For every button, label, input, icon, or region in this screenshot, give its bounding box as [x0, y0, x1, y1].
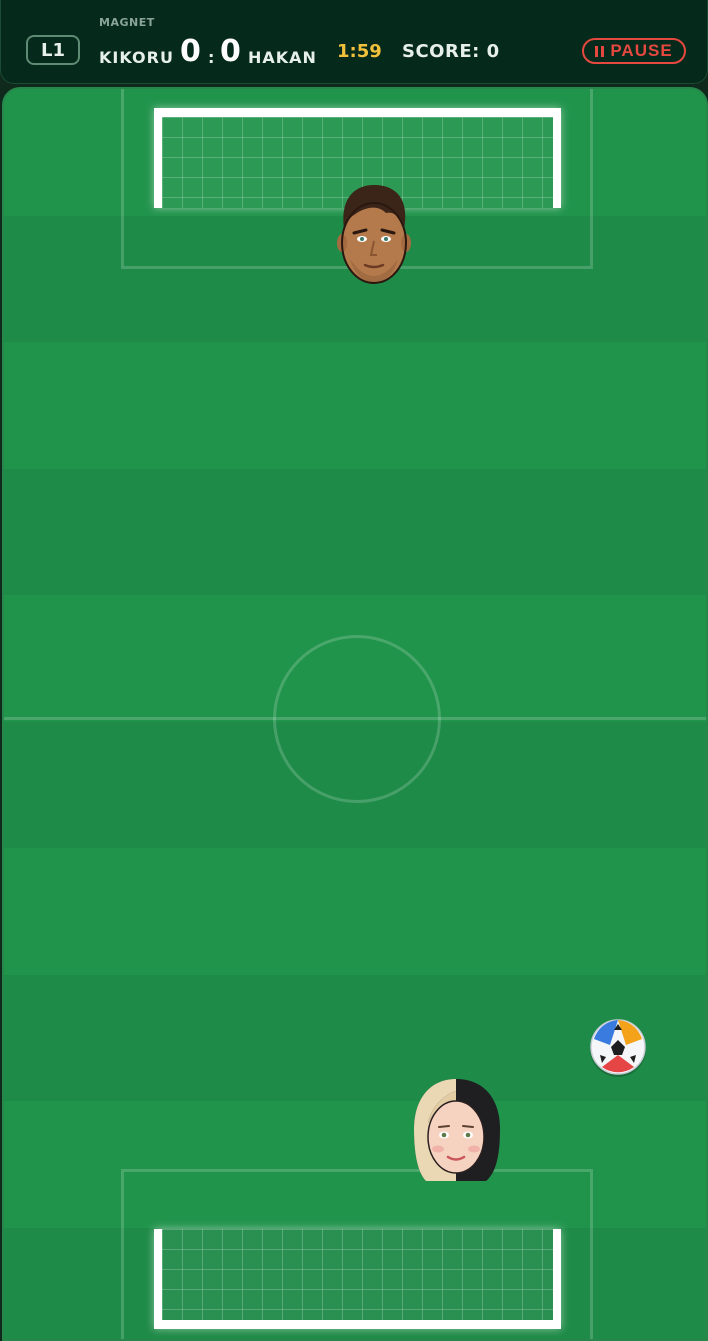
- player-avatar: [414, 1079, 500, 1181]
- center-circle: [273, 635, 441, 803]
- match-timer: 1:59: [337, 41, 382, 62]
- level-badge: L1: [26, 35, 80, 65]
- opponent-avatar: [337, 185, 411, 284]
- team-right-name: HAKAN: [248, 48, 317, 67]
- soccer-ball-icon: [590, 1019, 646, 1077]
- pause-button[interactable]: PAUSE: [582, 38, 686, 64]
- pause-label: PAUSE: [610, 41, 673, 60]
- points-score: SCORE: 0: [402, 41, 500, 62]
- score-separator: :: [208, 48, 215, 67]
- team-left-name: KIKORU: [99, 48, 174, 67]
- hud-bar: L1 MAGNET KIKORU 0 : 0 HAKAN 1:59 SCORE:…: [0, 0, 708, 84]
- goal-bottom: [154, 1229, 561, 1329]
- soccer-pitch[interactable]: [2, 87, 708, 1341]
- game-mode-label: MAGNET: [99, 16, 155, 29]
- pause-icon: [595, 45, 605, 57]
- score-left: 0: [180, 34, 201, 69]
- score-right: 0: [220, 34, 241, 69]
